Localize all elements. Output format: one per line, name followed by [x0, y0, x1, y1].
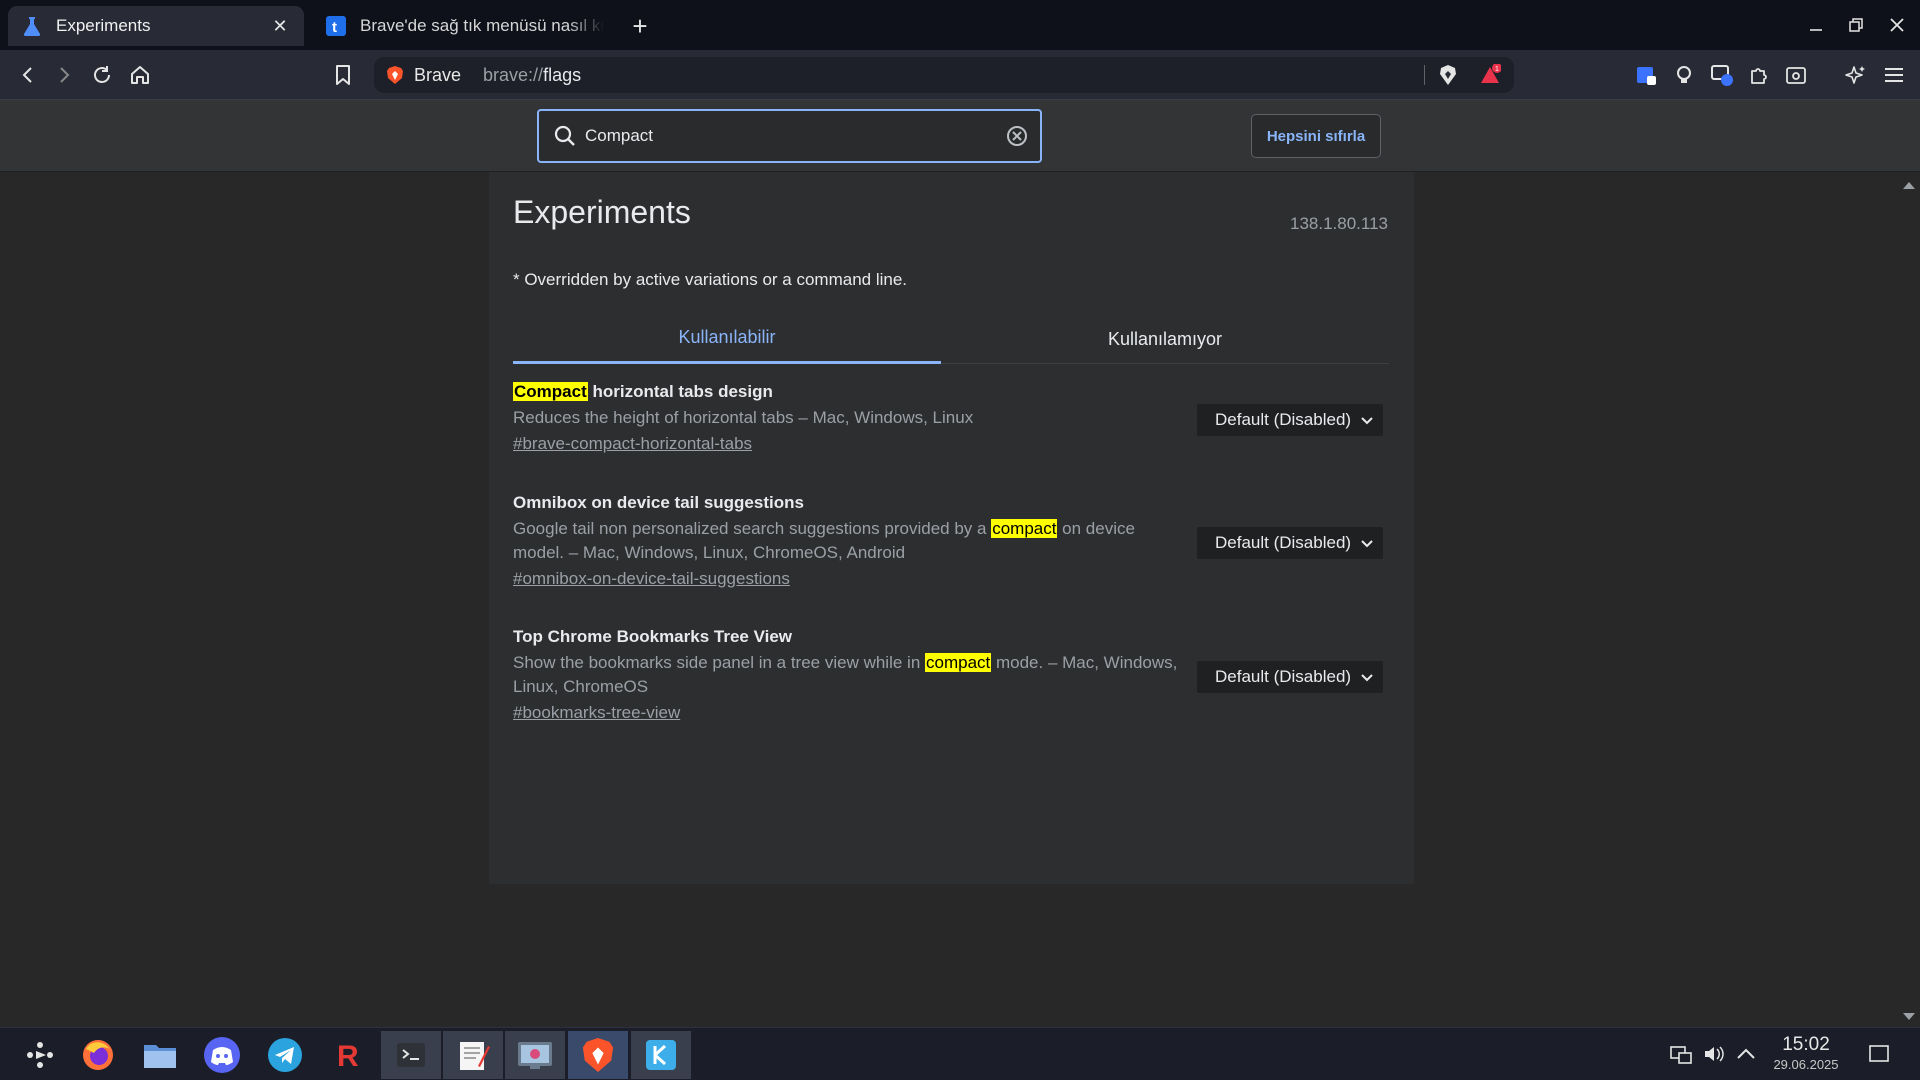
experiment-item: Compact horizontal tabs design Reduces t…	[513, 380, 1389, 456]
flags-search-box	[537, 109, 1042, 163]
clear-search-icon[interactable]	[1006, 125, 1028, 147]
search-input[interactable]	[585, 126, 1006, 146]
page-title: Experiments	[513, 194, 691, 230]
experiment-link[interactable]: #omnibox-on-device-tail-suggestions	[513, 567, 790, 591]
brave-label: Brave	[414, 64, 462, 85]
svg-text:R: R	[337, 1040, 359, 1072]
reload-button[interactable]	[88, 61, 116, 89]
experiment-name: Compact horizontal tabs design	[513, 382, 773, 401]
tab-unavailable[interactable]: Kullanılamıyor	[941, 314, 1389, 364]
network-icon[interactable]	[1667, 1040, 1695, 1068]
search-icon	[553, 124, 577, 148]
experiment-item: Top Chrome Bookmarks Tree View Show the …	[513, 625, 1389, 725]
experiment-description: Reduces the height of horizontal tabs – …	[513, 408, 974, 427]
svg-text:t: t	[332, 19, 337, 36]
experiment-name: Top Chrome Bookmarks Tree View	[513, 627, 793, 646]
wallet-icon[interactable]	[1782, 61, 1810, 89]
experiment-link[interactable]: #brave-compact-horizontal-tabs	[513, 432, 752, 456]
svg-text:1: 1	[1495, 66, 1499, 73]
terminal-icon[interactable]	[381, 1031, 441, 1079]
flask-icon	[22, 16, 42, 36]
address-bar[interactable]: Brave brave://flags	[374, 57, 1514, 93]
new-tab-button[interactable]: +	[627, 11, 653, 41]
show-desktop-icon[interactable]	[1865, 1040, 1893, 1068]
version-label: 138.1.80.113	[1290, 214, 1388, 233]
leo-ai-icon[interactable]	[1842, 61, 1870, 89]
experiment-link[interactable]: #bookmarks-tree-view	[513, 701, 680, 725]
chevron-down-icon	[1359, 412, 1375, 428]
scroll-up-arrow[interactable]	[1902, 178, 1916, 190]
taskbar: R 15:02 29.06.2025	[0, 1027, 1920, 1080]
search-highlight: compact	[991, 519, 1058, 538]
tab-brave-context-menu[interactable]: t Brave'de sağ tık menüsü nasıl kü	[312, 6, 618, 46]
url-text: brave://flags	[483, 64, 582, 85]
vpn-extension-icon[interactable]	[1632, 61, 1660, 89]
volume-icon[interactable]	[1700, 1040, 1728, 1068]
back-button[interactable]	[14, 61, 42, 89]
restore-icon[interactable]	[1843, 12, 1869, 38]
tray-expand-icon[interactable]	[1732, 1040, 1760, 1068]
app-launcher-icon[interactable]	[10, 1031, 70, 1079]
experiment-description: Show the bookmarks side panel in a tree …	[513, 653, 1178, 696]
system-clock[interactable]: 15:02 29.06.2025	[1766, 1034, 1846, 1074]
flags-search-header: Hepsini sıfırla	[0, 100, 1920, 172]
tab-title: Experiments	[56, 16, 151, 35]
chevron-down-icon	[1359, 535, 1375, 551]
kde-connect-icon[interactable]	[631, 1031, 691, 1079]
experiments-page: Experiments 138.1.80.113 * Overridden by…	[489, 172, 1414, 884]
tab-strip: Experiments ✕ t Brave'de sağ tık menüsü …	[0, 0, 1920, 50]
chevron-down-icon	[1359, 669, 1375, 685]
brave-shields-icon[interactable]	[1434, 61, 1462, 89]
close-tab-icon[interactable]: ✕	[270, 16, 290, 36]
lightbulb-extension-icon[interactable]	[1670, 61, 1698, 89]
tab-available[interactable]: Kullanılabilir	[513, 314, 941, 364]
r-app-icon[interactable]: R	[318, 1031, 378, 1079]
omnibox-separator	[1424, 65, 1425, 85]
search-highlight: compact	[925, 653, 992, 672]
experiment-description: Google tail non personalized search sugg…	[513, 519, 1135, 562]
close-window-icon[interactable]	[1884, 12, 1910, 38]
firefox-icon[interactable]	[68, 1031, 128, 1079]
availability-tabs: Kullanılabilir Kullanılamıyor	[513, 314, 1389, 364]
forward-button[interactable]	[50, 61, 78, 89]
bookmark-button[interactable]	[329, 61, 357, 89]
discord-icon[interactable]	[192, 1031, 252, 1079]
reset-all-button[interactable]: Hepsini sıfırla	[1251, 114, 1381, 158]
extensions-puzzle-icon[interactable]	[1745, 61, 1773, 89]
tab-experiments[interactable]: Experiments ✕	[8, 6, 304, 46]
clock-time: 15:02	[1782, 1034, 1830, 1055]
tumblr-t-icon: t	[326, 16, 346, 36]
experiment-name: Omnibox on device tail suggestions	[513, 493, 804, 512]
home-button[interactable]	[126, 61, 154, 89]
file-manager-icon[interactable]	[130, 1031, 190, 1079]
toolbar: Brave brave://flags 1	[0, 50, 1920, 100]
brave-logo-icon	[386, 65, 404, 85]
screen-extension-icon[interactable]	[1708, 61, 1736, 89]
experiment-item: Omnibox on device tail suggestions Googl…	[513, 491, 1389, 591]
override-note: * Overridden by active variations or a c…	[513, 270, 908, 289]
experiment-state-select[interactable]: Default (Disabled)	[1197, 404, 1383, 436]
experiment-state-select[interactable]: Default (Disabled)	[1197, 527, 1383, 559]
telegram-icon[interactable]	[255, 1031, 315, 1079]
text-editor-icon[interactable]	[443, 1031, 503, 1079]
experiment-state-select[interactable]: Default (Disabled)	[1197, 661, 1383, 693]
menu-icon[interactable]	[1880, 61, 1908, 89]
brave-icon[interactable]	[568, 1031, 628, 1079]
search-highlight: Compact	[513, 382, 588, 401]
screenshot-tool-icon[interactable]	[505, 1031, 565, 1079]
minimize-icon[interactable]	[1803, 12, 1829, 38]
clock-date: 29.06.2025	[1773, 1057, 1839, 1072]
scroll-down-arrow[interactable]	[1902, 1010, 1916, 1022]
brave-rewards-icon[interactable]: 1	[1476, 61, 1504, 89]
tab-title: Brave'de sağ tık menüsü nasıl kü	[360, 16, 604, 35]
